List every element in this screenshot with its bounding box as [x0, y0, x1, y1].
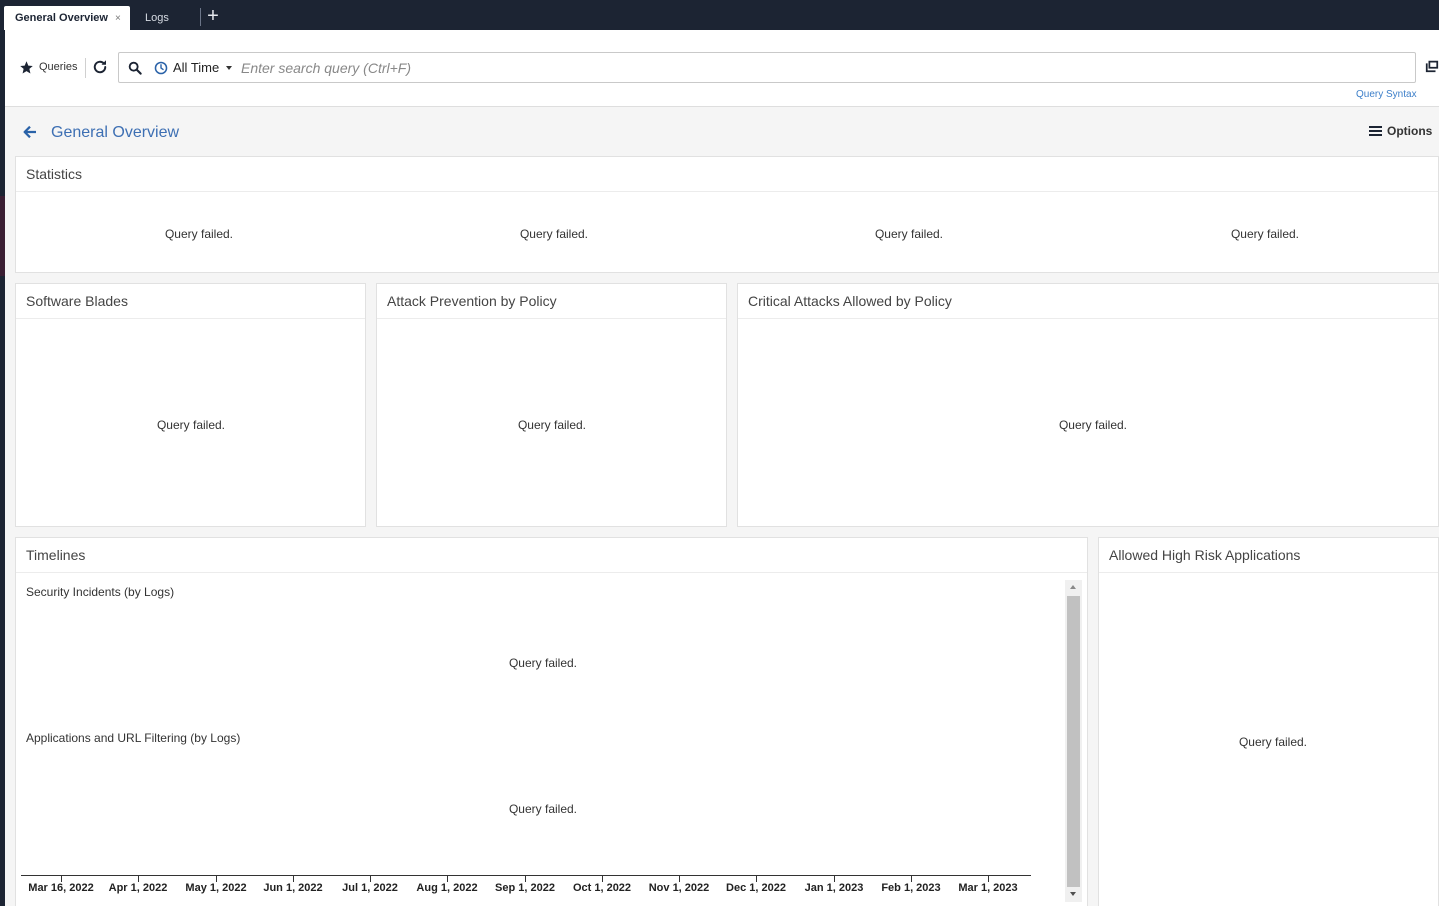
widget-divider [16, 572, 1087, 573]
query-syntax-link[interactable]: Query Syntax [1356, 89, 1417, 100]
axis-tick-label: Nov 1, 2022 [648, 882, 710, 894]
timelines-widget: Timelines Security Incidents (by Logs) Q… [15, 537, 1088, 906]
widget-title: Statistics [26, 166, 83, 182]
axis-tick-label: Dec 1, 2022 [726, 882, 786, 894]
queries-label: Queries [39, 61, 78, 73]
widget-title: Allowed High Risk Applications [1109, 547, 1301, 563]
axis-tick-label: May 1, 2022 [185, 882, 247, 894]
axis-tick-label: Sep 1, 2022 [495, 882, 555, 894]
chevron-down-icon[interactable] [226, 66, 232, 70]
vertical-scrollbar[interactable] [1065, 580, 1082, 902]
widget-status: Query failed. [517, 418, 587, 432]
widget-status: Query failed. [1058, 418, 1128, 432]
main-content: Queries All Time Query Syntax [5, 30, 1439, 906]
statistic-status: Query failed. [164, 227, 234, 241]
search-icon[interactable] [127, 60, 143, 76]
widget-title: Critical Attacks Allowed by Policy [748, 293, 952, 309]
widget-status: Query failed. [1238, 735, 1308, 749]
options-menu-button[interactable]: Options [1369, 124, 1432, 138]
app-url-filtering-title: Applications and URL Filtering (by Logs) [26, 731, 241, 745]
scrollbar-thumb[interactable] [1067, 596, 1080, 887]
statistics-widget: Statistics Query failed. Query failed. Q… [15, 156, 1439, 273]
widget-divider [377, 318, 726, 319]
axis-tick-label: Jul 1, 2022 [342, 882, 398, 894]
axis-tick-label: Feb 1, 2023 [881, 882, 941, 894]
open-new-window-icon[interactable] [1425, 58, 1439, 74]
tab-logs[interactable]: Logs [131, 6, 201, 30]
attack-prevention-widget: Attack Prevention by Policy Query failed… [376, 283, 727, 527]
axis-tick-label: Oct 1, 2022 [572, 882, 632, 894]
tab-label: Logs [145, 12, 169, 24]
query-toolbar: Queries All Time Query Syntax [5, 30, 1439, 107]
statistic-status: Query failed. [1230, 227, 1300, 241]
widget-title: Timelines [26, 547, 86, 563]
tab-label: General Overview [15, 12, 108, 24]
widget-divider [16, 191, 1438, 192]
back-arrow-icon[interactable] [22, 124, 38, 140]
add-tab-icon[interactable]: + [204, 5, 222, 27]
widget-title: Software Blades [26, 293, 128, 309]
software-blades-widget: Software Blades Query failed. [15, 283, 366, 527]
options-label: Options [1387, 124, 1433, 138]
queries-button[interactable]: Queries [19, 58, 78, 76]
critical-attacks-widget: Critical Attacks Allowed by Policy Query… [737, 283, 1439, 527]
star-icon [20, 60, 33, 73]
clock-icon [154, 61, 168, 75]
hamburger-icon [1369, 126, 1382, 136]
widget-divider [738, 318, 1438, 319]
statistic-status: Query failed. [874, 227, 944, 241]
axis-tick-label: Apr 1, 2022 [108, 882, 168, 894]
widget-divider [1099, 572, 1438, 573]
axis-tick-label: Mar 16, 2022 [28, 882, 94, 894]
high-risk-apps-widget: Allowed High Risk Applications Query fai… [1098, 537, 1439, 906]
chart-status: Query failed. [508, 656, 578, 670]
time-range-dropdown[interactable]: All Time [173, 60, 219, 75]
toolbar-divider [85, 58, 86, 78]
timeline-x-axis [21, 875, 1031, 876]
page-header: General Overview Options [5, 116, 1439, 150]
search-input[interactable] [241, 56, 1401, 79]
axis-tick-label: Jun 1, 2022 [263, 882, 323, 894]
widget-title: Attack Prevention by Policy [387, 293, 557, 309]
close-icon[interactable]: × [115, 13, 121, 24]
security-incidents-title: Security Incidents (by Logs) [26, 585, 175, 599]
scroll-down-icon[interactable] [1070, 892, 1076, 896]
scroll-up-icon[interactable] [1070, 585, 1076, 589]
tab-strip: General Overview × Logs + [0, 0, 1439, 30]
page-title: General Overview [51, 124, 180, 141]
widget-status: Query failed. [156, 418, 226, 432]
widget-divider [16, 318, 365, 319]
axis-tick-label: Mar 1, 2023 [958, 882, 1018, 894]
search-bar: All Time [118, 52, 1416, 83]
tab-general-overview[interactable]: General Overview × [4, 6, 130, 30]
statistic-status: Query failed. [519, 227, 589, 241]
chart-status: Query failed. [508, 802, 578, 816]
refresh-icon[interactable] [91, 58, 109, 76]
axis-tick-label: Jan 1, 2023 [804, 882, 864, 894]
axis-tick-label: Aug 1, 2022 [416, 882, 478, 894]
tab-divider [200, 8, 201, 26]
